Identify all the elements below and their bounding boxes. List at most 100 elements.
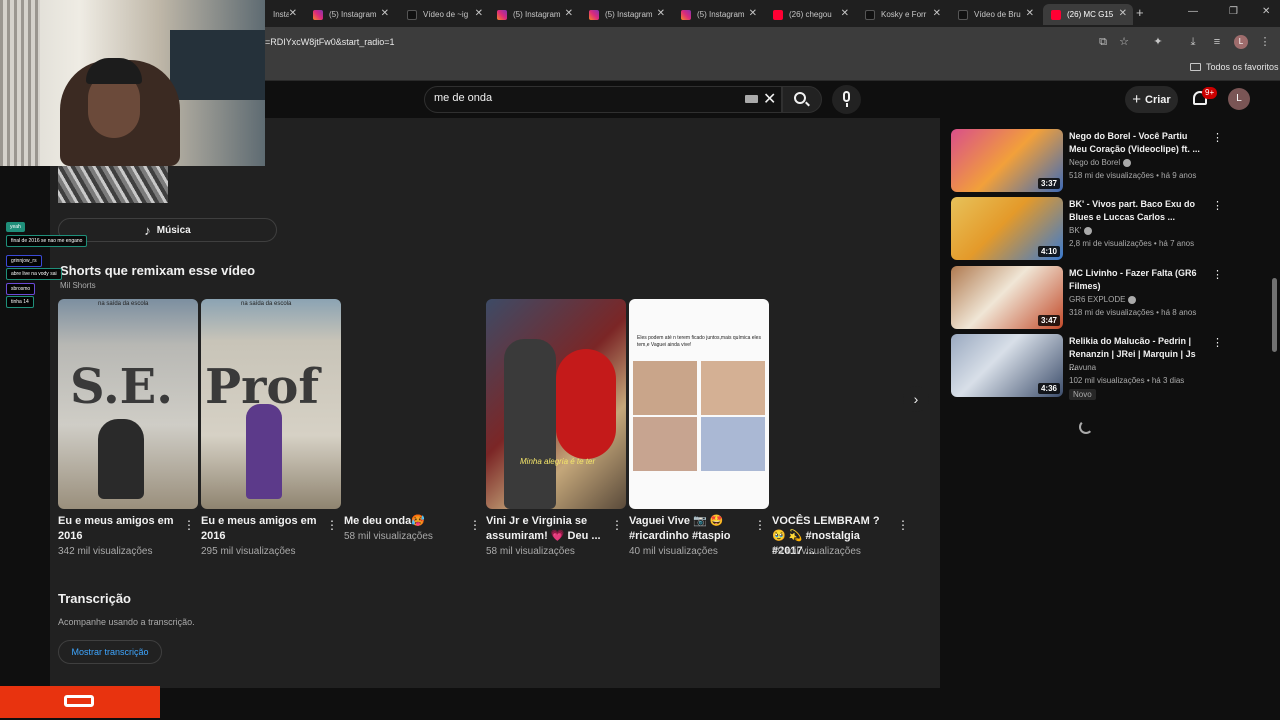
- browser-tab[interactable]: Vídeo de Bru ✕: [950, 4, 1040, 25]
- music-chip-button[interactable]: ♪ Música: [58, 218, 277, 242]
- wall-graffiti: S.E.: [70, 359, 173, 415]
- video-duration: 3:37: [1037, 178, 1060, 189]
- browser-tab[interactable]: (5) Instagram ✕: [673, 4, 763, 25]
- short-title[interactable]: Eu e meus amigos em 2016: [58, 514, 176, 544]
- chat-message: tinha 14: [6, 296, 34, 308]
- search-query-text[interactable]: me de onda: [434, 92, 492, 104]
- short-2-tag: na saída da escola: [241, 301, 292, 307]
- channel-name[interactable]: GR6 EXPLODE: [1069, 295, 1125, 304]
- tab-label: (26) chegou: [789, 10, 832, 19]
- short-person-figure: [246, 404, 282, 499]
- browser-tab[interactable]: Kosky e Forr ✕: [857, 4, 947, 25]
- bookmark-star-icon[interactable]: ☆: [1117, 35, 1131, 49]
- short-more-options-icon[interactable]: ⋮: [183, 519, 195, 531]
- show-transcript-button[interactable]: Mostrar transcrição: [58, 640, 162, 664]
- related-video-thumbnail[interactable]: 3:37: [951, 129, 1063, 192]
- tab-label: Kosky e Forr: [881, 10, 927, 19]
- page-scrollbar[interactable]: [1270, 118, 1280, 688]
- music-note-icon: ♪: [144, 222, 151, 238]
- channel-name[interactable]: BK': [1069, 226, 1081, 235]
- close-tab-icon[interactable]: ✕: [475, 8, 483, 19]
- related-video-thumbnail[interactable]: 3:47: [951, 266, 1063, 329]
- short-views: 58 mil visualizações: [486, 546, 575, 557]
- tab-label: (5) Instagram: [697, 10, 745, 19]
- short-title[interactable]: Vaguei Vive 📷 🤩 #ricardinho #taspio: [629, 514, 747, 544]
- related-more-options-icon[interactable]: ⋮: [1212, 199, 1223, 212]
- short-thumbnail-4[interactable]: Minha alegria é te ter: [486, 299, 626, 509]
- close-tab-icon[interactable]: ✕: [1119, 8, 1127, 19]
- short-more-options-icon[interactable]: ⋮: [469, 519, 481, 531]
- close-tab-icon[interactable]: ✕: [749, 8, 757, 19]
- photo-collage-3: [633, 417, 697, 471]
- browser-tab[interactable]: (26) MC G15 ✕: [1043, 4, 1133, 25]
- verified-icon: [1084, 226, 1093, 235]
- clear-search-icon[interactable]: ✕: [763, 89, 776, 109]
- short-more-options-icon[interactable]: ⋮: [611, 519, 623, 531]
- related-video-channel: Nego do Borel: [1069, 158, 1132, 167]
- short-thumbnail-2[interactable]: Prof na saída da escola: [201, 299, 341, 509]
- related-more-options-icon[interactable]: ⋮: [1212, 336, 1223, 349]
- loading-spinner-icon: [1079, 420, 1093, 434]
- short-title[interactable]: Vini Jr e Virginia se assumiram! 💗 Deu .…: [486, 514, 604, 544]
- browser-menu-icon[interactable]: ⋮: [1258, 35, 1272, 49]
- close-tab-icon[interactable]: ✕: [565, 8, 573, 19]
- all-bookmarks-button[interactable]: Todos os favoritos: [1190, 62, 1279, 72]
- download-icon[interactable]: ⤓: [1186, 35, 1200, 49]
- close-window-icon[interactable]: ✕: [1262, 6, 1270, 17]
- short-more-options-icon[interactable]: ⋮: [326, 519, 338, 531]
- extensions-icon[interactable]: ✦: [1151, 35, 1165, 49]
- browser-tab[interactable]: Vídeo de ~ig ✕: [399, 4, 489, 25]
- scrollbar-thumb[interactable]: [1272, 278, 1277, 352]
- close-tab-icon[interactable]: ✕: [933, 8, 941, 19]
- song-artwork-thumbnail[interactable]: [58, 165, 168, 203]
- short-more-options-icon[interactable]: ⋮: [897, 519, 909, 531]
- browser-tab[interactable]: (5) Instagram ✕: [305, 4, 395, 25]
- browser-tab[interactable]: Instagram✕: [265, 4, 303, 25]
- tab-label: (26) MC G15: [1067, 10, 1114, 19]
- browser-profile-avatar[interactable]: L: [1234, 35, 1248, 49]
- short-title[interactable]: Me deu onda🥵: [344, 514, 462, 529]
- related-video-thumbnail[interactable]: 4:36: [951, 334, 1063, 397]
- new-badge: Novo: [1069, 389, 1096, 400]
- keyboard-icon[interactable]: [745, 95, 758, 103]
- short-thumbnail-5[interactable]: Eles podem até n terem ficado juntos,mai…: [629, 299, 769, 509]
- related-more-options-icon[interactable]: ⋮: [1212, 131, 1223, 144]
- photo-collage-2: [701, 361, 765, 415]
- close-tab-icon[interactable]: ✕: [841, 8, 849, 19]
- short-thumbnail-1[interactable]: S.E. na saída da escola: [58, 299, 198, 509]
- new-tab-button[interactable]: +: [1136, 5, 1144, 20]
- browser-tab[interactable]: (26) chegou ✕: [765, 4, 855, 25]
- channel-name[interactable]: Nego do Borel: [1069, 158, 1120, 167]
- install-app-icon[interactable]: ⧉: [1096, 35, 1110, 49]
- address-bar-url[interactable]: st=RDIYxcW8jtFw0&start_radio=1: [258, 37, 395, 47]
- next-arrow-button[interactable]: ›: [903, 386, 929, 412]
- short-views: 40 mil visualizações: [629, 546, 718, 557]
- close-tab-icon[interactable]: ✕: [381, 8, 389, 19]
- minimize-icon[interactable]: —: [1188, 6, 1198, 17]
- related-video-thumbnail[interactable]: 4:10: [951, 197, 1063, 260]
- teddy-bear-figure: [556, 349, 616, 459]
- close-tab-icon[interactable]: ✕: [289, 8, 297, 19]
- channel-name[interactable]: Pavuna: [1069, 363, 1096, 372]
- youtube-account-avatar[interactable]: L: [1228, 88, 1250, 110]
- short-title[interactable]: Eu e meus amigos em 2016: [201, 514, 319, 544]
- close-tab-icon[interactable]: ✕: [1026, 8, 1034, 19]
- background-monitor: [170, 30, 265, 100]
- related-video-title[interactable]: BK' - Vivos part. Baco Exu do Blues e Lu…: [1069, 198, 1203, 224]
- shorts-section-title: Shorts que remixam esse vídeo: [60, 263, 256, 278]
- microphone-stand: [846, 103, 848, 107]
- tiktok-icon: [407, 9, 417, 20]
- related-video-meta: 102 mil visualizações • há 3 dias: [1069, 376, 1185, 385]
- related-video-channel: BK': [1069, 226, 1093, 235]
- browser-tab[interactable]: (5) Instagram ✕: [489, 4, 579, 25]
- related-more-options-icon[interactable]: ⋮: [1212, 268, 1223, 281]
- video-duration: 4:10: [1037, 246, 1060, 257]
- browser-tab[interactable]: (5) Instagram ✕: [581, 4, 671, 25]
- related-video-title[interactable]: MC Livinho - Fazer Falta (GR6 Filmes): [1069, 267, 1203, 293]
- maximize-icon[interactable]: ❐: [1229, 6, 1238, 17]
- media-control-icon[interactable]: ≡: [1210, 35, 1224, 49]
- related-video-title[interactable]: Nego do Borel - Você Partiu Meu Coração …: [1069, 130, 1203, 156]
- short-more-options-icon[interactable]: ⋮: [754, 519, 766, 531]
- close-tab-icon[interactable]: ✕: [657, 8, 665, 19]
- create-button[interactable]: + Criar: [1125, 86, 1178, 113]
